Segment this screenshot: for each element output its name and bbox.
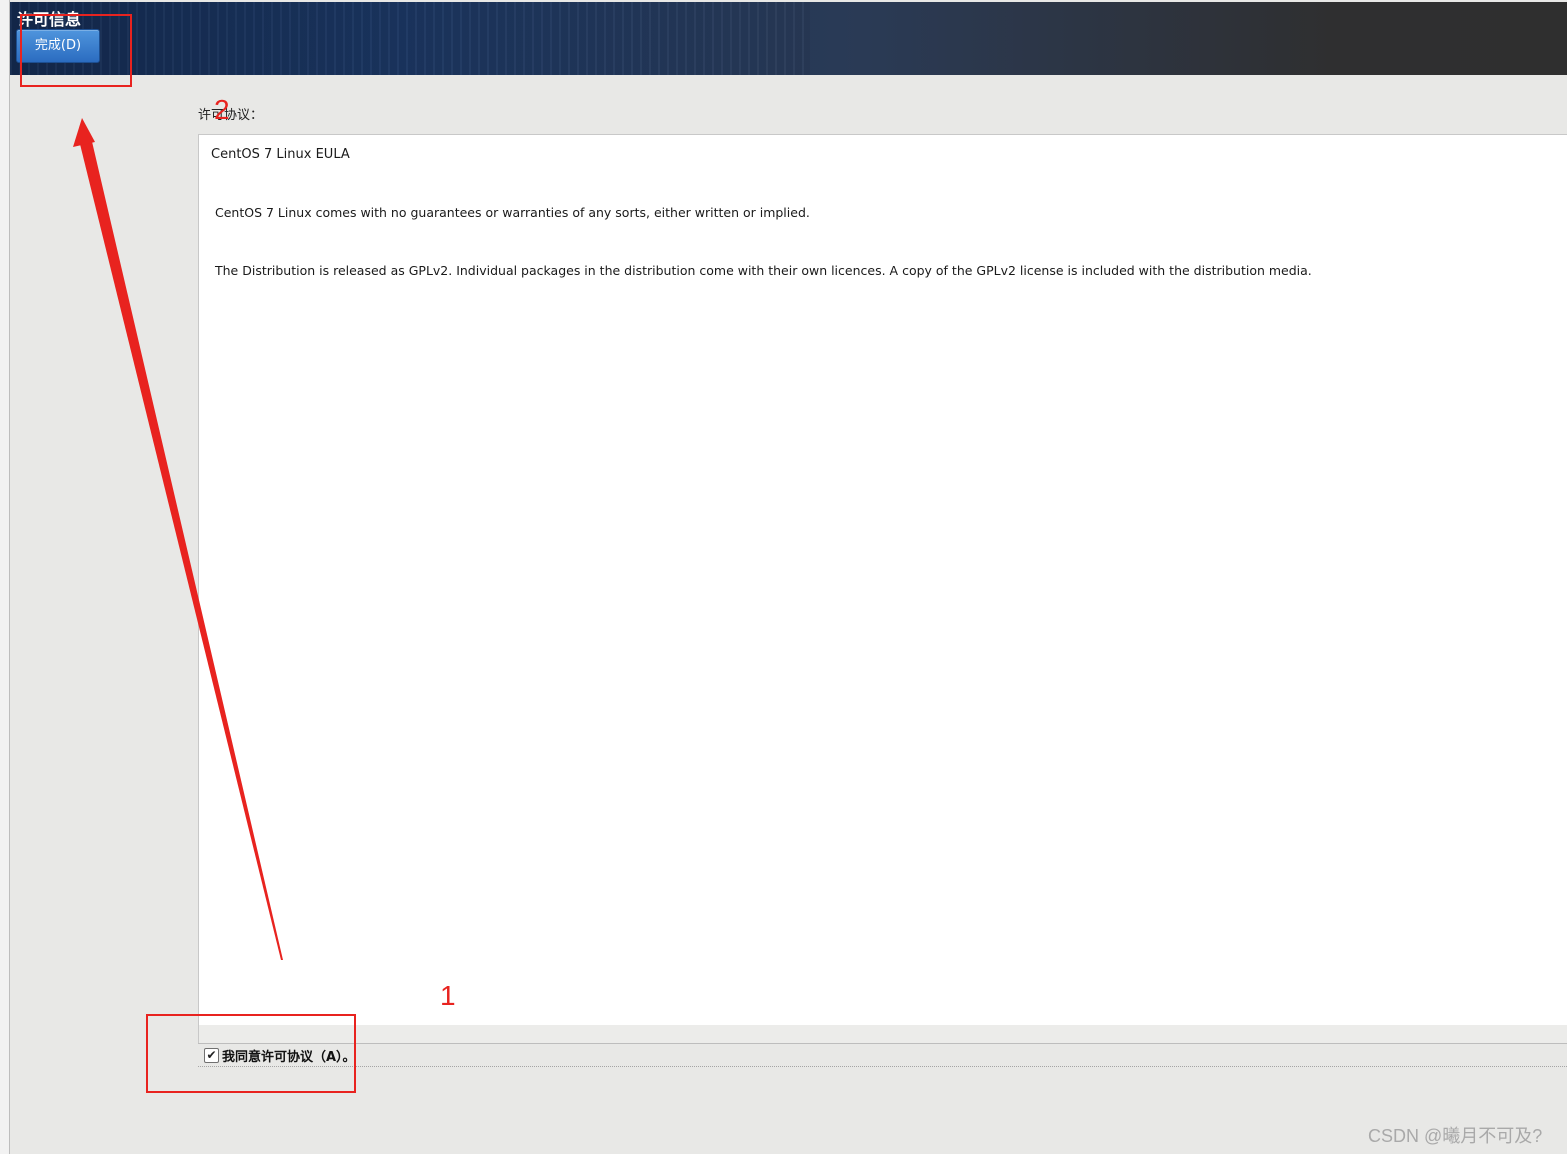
window-left-frame <box>0 0 10 1154</box>
annotation-box-done <box>20 14 132 87</box>
eula-paragraph: CentOS 7 Linux comes with no guarantees … <box>215 205 810 220</box>
annotation-arrow-head <box>73 118 95 147</box>
annotation-box-agree <box>146 1014 356 1093</box>
annotation-step-2: 2 <box>214 94 230 125</box>
eula-title: CentOS 7 Linux EULA <box>211 147 350 162</box>
license-agreement-label: 许可协议： <box>198 108 264 123</box>
agree-row: ✔ 我同意许可协议（A）。 <box>198 1043 1567 1067</box>
annotation-step-1: 1 <box>440 980 456 1011</box>
eula-paragraph: The Distribution is released as GPLv2. I… <box>215 263 1312 278</box>
eula-text-view[interactable]: CentOS 7 Linux EULA CentOS 7 Linux comes… <box>198 134 1567 1025</box>
eula-panel-footer <box>198 1025 1567 1043</box>
header-bar: 许可信息 完成(D) <box>10 2 1567 75</box>
watermark: CSDN @曦月不可及? <box>1368 1126 1543 1146</box>
